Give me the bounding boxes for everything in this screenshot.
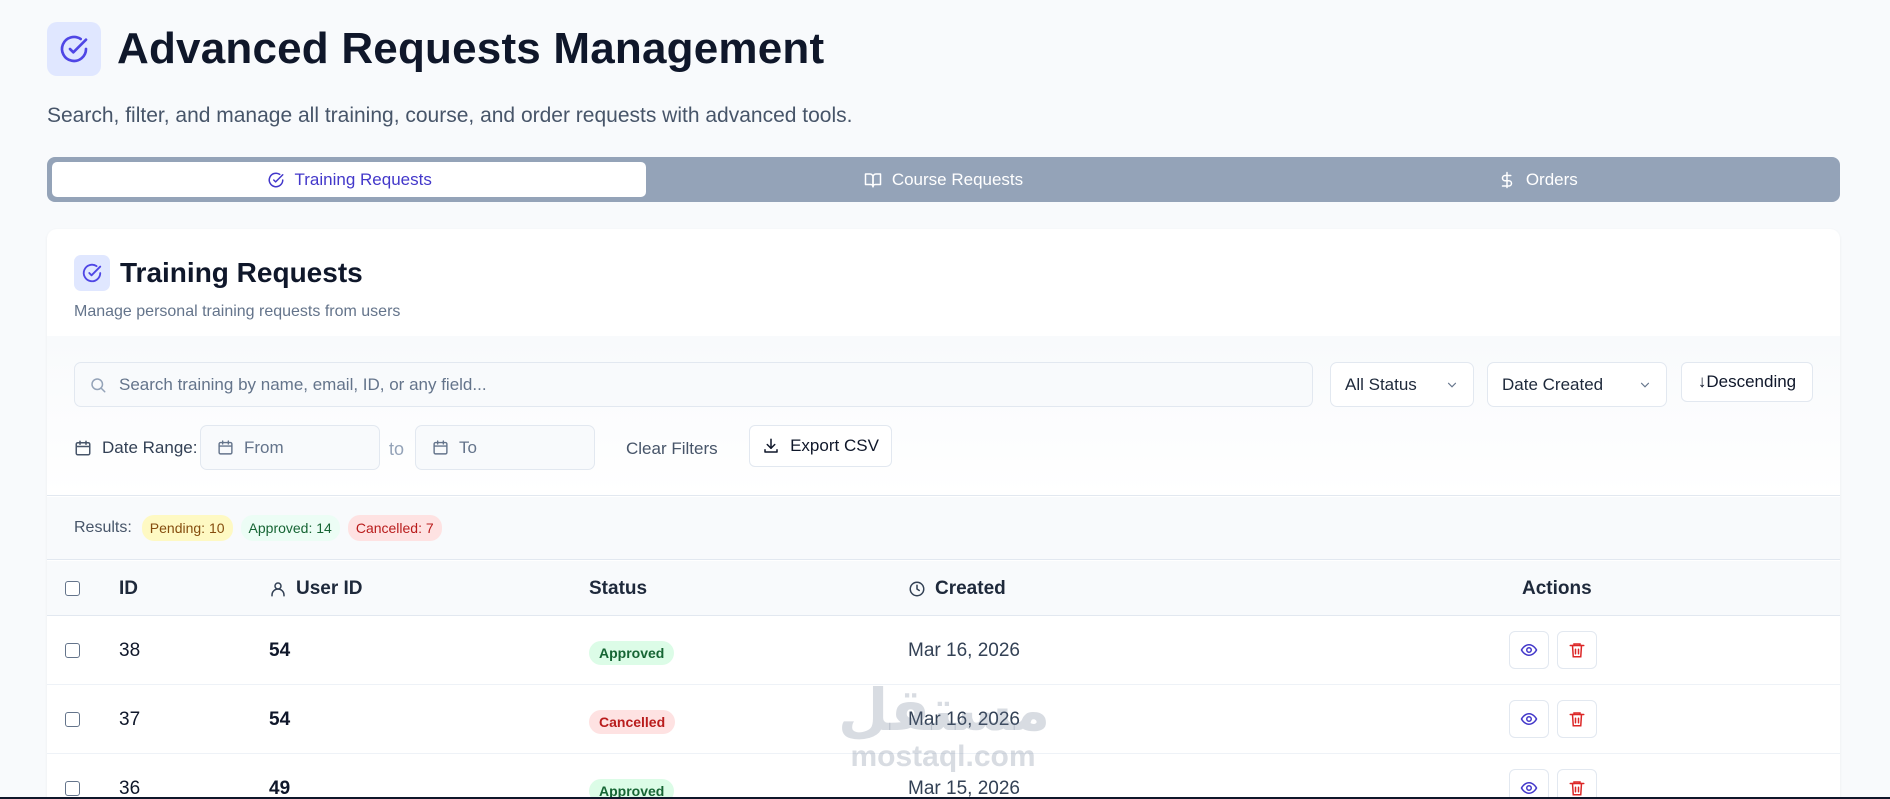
- created-date: Mar 16, 2026: [908, 640, 1020, 661]
- trash-icon: [1569, 781, 1585, 796]
- created-date: Mar 15, 2026: [908, 778, 1020, 799]
- request-id: 38: [119, 640, 141, 661]
- view-button[interactable]: [1509, 769, 1549, 799]
- check-circle-icon: [47, 22, 101, 76]
- tab-label: Training Requests: [294, 169, 432, 189]
- delete-button[interactable]: [1557, 769, 1597, 799]
- sort-order-button[interactable]: ↓Descending: [1681, 362, 1813, 402]
- clear-filters-button[interactable]: Clear Filters: [626, 439, 718, 459]
- results-label: Results:: [74, 519, 132, 536]
- user-id: 54: [269, 709, 291, 730]
- title-row: Advanced Requests Management: [47, 22, 852, 76]
- column-header-user-id[interactable]: User ID: [269, 578, 363, 600]
- search-icon: [91, 377, 106, 392]
- column-header-label: ID: [119, 578, 138, 599]
- filters-panel: All Status Date Created ↓Descending Date…: [47, 336, 1840, 496]
- export-label: Export CSV: [790, 436, 879, 455]
- column-header-id[interactable]: ID: [119, 578, 138, 600]
- sort-order-label: ↓Descending: [1697, 372, 1797, 391]
- delete-button[interactable]: [1557, 700, 1597, 738]
- select-all-checkbox[interactable]: [65, 581, 80, 596]
- view-button[interactable]: [1509, 631, 1549, 669]
- sort-field-value: Date Created: [1502, 374, 1604, 394]
- status-badge: Cancelled: [589, 710, 676, 734]
- search-box: [74, 362, 1313, 407]
- tab-orders[interactable]: Orders: [1241, 162, 1835, 197]
- book-open-icon: [864, 172, 882, 187]
- requests-table: ID User ID Status Created Actions 38 54 …: [47, 561, 1840, 799]
- page-header: Advanced Requests Management Search, fil…: [47, 22, 852, 128]
- cancelled-count-badge: Cancelled: 7: [347, 515, 442, 541]
- approved-count-badge: Approved: 14: [240, 515, 340, 541]
- chevron-down-icon: [1447, 382, 1457, 388]
- request-id: 37: [119, 709, 141, 730]
- card-title: Training Requests: [120, 257, 363, 288]
- column-header-label: User ID: [296, 578, 363, 599]
- row-checkbox[interactable]: [65, 781, 80, 796]
- table-row[interactable]: 36 49 Approved Mar 15, 2026: [47, 754, 1840, 799]
- eye-icon: [1520, 643, 1538, 657]
- download-icon: [764, 438, 778, 453]
- page-title: Advanced Requests Management: [117, 24, 825, 73]
- date-range-separator: to: [389, 439, 405, 459]
- row-checkbox[interactable]: [65, 712, 80, 727]
- page-subtitle: Search, filter, and manage all training,…: [47, 104, 853, 127]
- card-header: Training Requests Manage personal traini…: [47, 229, 1840, 336]
- dollar-icon: [1501, 171, 1513, 188]
- results-summary: Results: Pending: 10 Approved: 14 Cancel…: [47, 497, 1840, 560]
- tab-label: Course Requests: [891, 169, 1024, 189]
- card-subtitle: Manage personal training requests from u…: [74, 303, 401, 320]
- training-requests-card: Training Requests Manage personal traini…: [47, 229, 1840, 799]
- search-input[interactable]: [119, 374, 1269, 395]
- date-from-input[interactable]: From: [200, 425, 380, 470]
- row-checkbox[interactable]: [65, 643, 80, 658]
- request-id: 36: [119, 778, 141, 799]
- date-to-input[interactable]: To: [415, 425, 595, 470]
- export-csv-button[interactable]: Export CSV: [749, 425, 892, 467]
- tab-course-requests[interactable]: Course Requests: [646, 162, 1240, 197]
- eye-icon: [1520, 781, 1538, 795]
- user-icon: [271, 582, 285, 597]
- date-range-label: Date Range:: [74, 438, 197, 458]
- date-from-placeholder: From: [244, 437, 284, 457]
- table-header: ID User ID Status Created Actions: [47, 561, 1840, 616]
- calendar-icon: [218, 440, 233, 455]
- status-select[interactable]: All Status: [1330, 362, 1474, 407]
- date-to-placeholder: To: [459, 437, 477, 457]
- trash-icon: [1569, 712, 1585, 727]
- check-circle-icon: [74, 255, 110, 291]
- view-button[interactable]: [1509, 700, 1549, 738]
- status-badge: Approved: [589, 779, 675, 799]
- eye-icon: [1520, 712, 1538, 726]
- delete-button[interactable]: [1557, 631, 1597, 669]
- status-badge: Approved: [589, 641, 675, 665]
- table-row[interactable]: 38 54 Approved Mar 16, 2026: [47, 616, 1840, 685]
- check-circle-icon: [268, 171, 283, 187]
- trash-icon: [1569, 643, 1585, 658]
- tab-training-requests[interactable]: Training Requests: [52, 162, 647, 197]
- column-header-label: Status: [589, 578, 648, 599]
- user-id: 49: [269, 778, 291, 799]
- request-tabs: Training Requests Course Requests Orders: [47, 157, 1840, 202]
- column-header-label: Actions: [1522, 578, 1592, 599]
- user-id: 54: [269, 640, 291, 661]
- clock-icon: [909, 581, 925, 597]
- calendar-icon: [433, 440, 448, 455]
- column-header-label: Created: [935, 578, 1006, 599]
- column-header-actions: Actions: [1522, 578, 1592, 600]
- column-header-created[interactable]: Created: [908, 578, 1006, 600]
- calendar-icon: [75, 440, 91, 456]
- column-header-status[interactable]: Status: [589, 578, 647, 600]
- card-title-row: Training Requests: [74, 255, 1813, 291]
- tab-label: Orders: [1525, 169, 1578, 189]
- date-range-text: Date Range:: [102, 438, 198, 457]
- pending-count-badge: Pending: 10: [141, 515, 233, 541]
- table-row[interactable]: 37 54 Cancelled Mar 16, 2026: [47, 685, 1840, 754]
- created-date: Mar 16, 2026: [908, 709, 1020, 730]
- status-select-value: All Status: [1345, 374, 1417, 394]
- sort-field-select[interactable]: Date Created: [1487, 362, 1667, 407]
- chevron-down-icon: [1640, 382, 1650, 388]
